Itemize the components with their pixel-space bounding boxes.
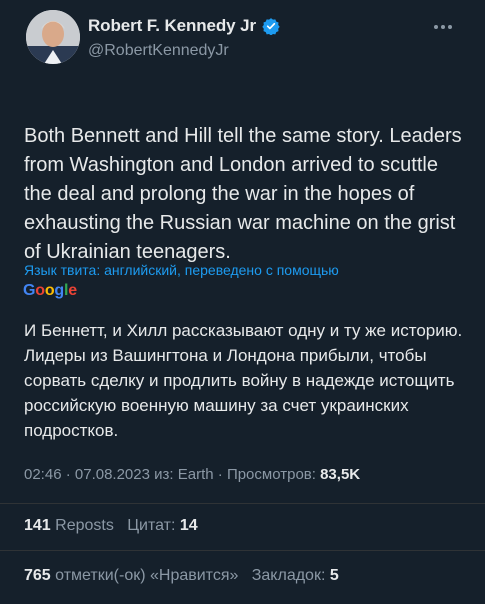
google-logo: Google (23, 282, 77, 300)
verified-badge-icon (262, 18, 280, 35)
quotes-label[interactable]: Цитат: (127, 517, 175, 534)
tweet-date[interactable]: 07.08.2023 (75, 466, 150, 483)
more-options-icon[interactable] (434, 16, 456, 30)
google-logo-e: e (68, 282, 77, 299)
tweet-time[interactable]: 02:46 (24, 466, 62, 483)
bookmarks-label[interactable]: Закладок: (252, 567, 326, 584)
author-handle[interactable]: @RobertKennedyJr (88, 42, 280, 60)
likes-row: 765 отметки(-ок) «Нравится» Закладок: 5 (24, 567, 474, 585)
views-count: 83,5K (320, 466, 361, 483)
views-label: Просмотров: (226, 466, 316, 483)
likes-label[interactable]: отметки(-ок) «Нравится» (55, 567, 238, 584)
google-logo-g1: G (23, 282, 36, 299)
tweet-text: Both Bennett and Hill tell the same stor… (24, 125, 462, 263)
reposts-count[interactable]: 141 (24, 517, 51, 534)
google-logo-o1: o (35, 282, 45, 299)
tweet-source: из: Earth (154, 466, 214, 483)
divider (0, 550, 485, 551)
divider (0, 503, 485, 504)
meta-separator: · (217, 466, 223, 483)
avatar[interactable] (26, 10, 80, 64)
reposts-row: 141 Reposts Цитат: 14 (24, 517, 474, 535)
tweet-header: Robert F. Kennedy Jr @RobertKennedyJr (26, 10, 466, 70)
reposts-label[interactable]: Reposts (55, 517, 114, 534)
google-logo-o2: o (44, 282, 55, 299)
tweet-meta: 02:46 · 07.08.2023 из: Earth · Просмотро… (24, 466, 474, 483)
bookmarks-count[interactable]: 5 (330, 567, 339, 584)
quotes-count[interactable]: 14 (180, 517, 198, 534)
meta-separator: · (65, 466, 71, 483)
likes-count[interactable]: 765 (24, 567, 51, 584)
author-name[interactable]: Robert F. Kennedy Jr (88, 16, 256, 36)
google-logo-g2: g (54, 282, 64, 299)
translated-text: И Беннетт, и Хилл рассказывают одну и ту… (24, 321, 463, 440)
translation-label[interactable]: Язык твита: английский, переведено с пом… (24, 262, 464, 278)
